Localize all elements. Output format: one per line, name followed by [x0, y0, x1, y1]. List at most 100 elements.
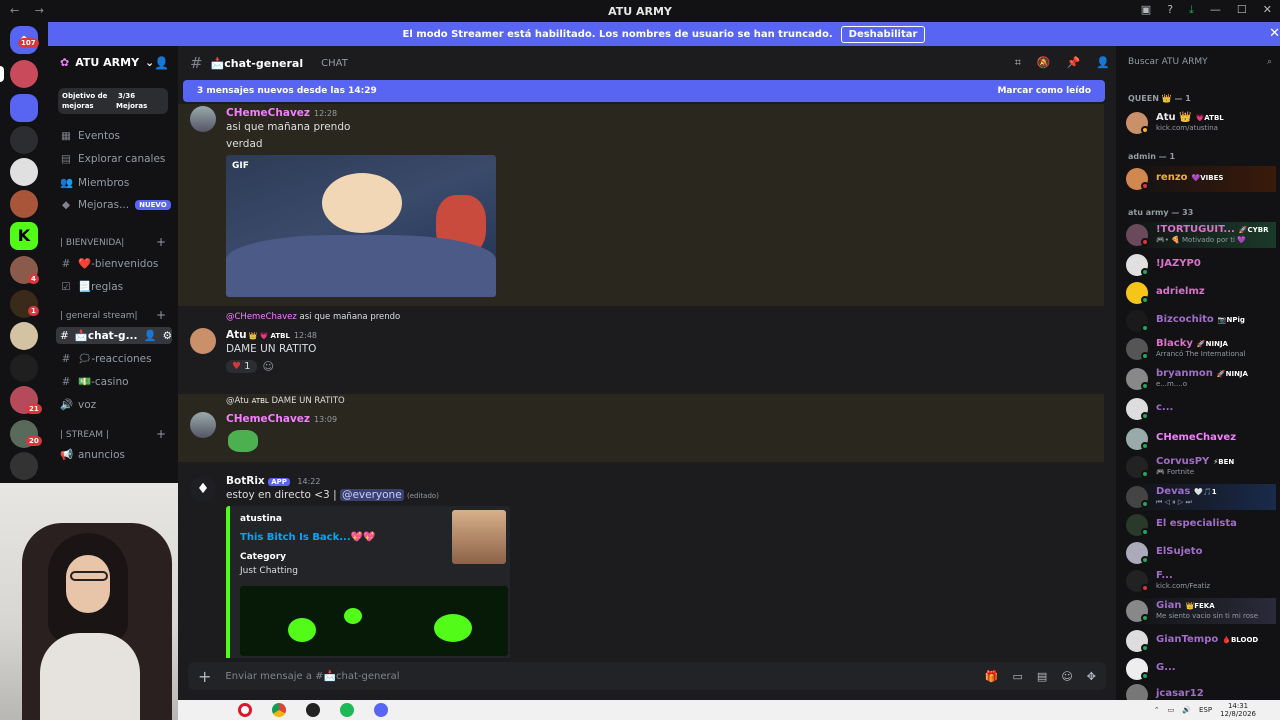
reply-preview[interactable]: @Atu ATBL DAME UN RATITO: [226, 396, 345, 406]
member-item[interactable]: ElSujeto: [1126, 540, 1276, 566]
discord-icon[interactable]: [374, 703, 388, 717]
download-icon[interactable]: ⤓: [1189, 3, 1194, 17]
help-icon[interactable]: ?: [1167, 3, 1173, 17]
gif-image[interactable]: GIF: [226, 155, 496, 297]
member-item[interactable]: Devas 🤍🎵1 ⏮ ◁ ⏸ ▷ ⏭: [1126, 484, 1276, 510]
language-indicator[interactable]: ESP: [1199, 706, 1212, 714]
category-stream[interactable]: | STREAM |: [60, 430, 109, 440]
app-icon[interactable]: [306, 703, 320, 717]
embed-thumbnail[interactable]: [452, 510, 506, 564]
server-icon-12[interactable]: [10, 452, 38, 480]
embed-title[interactable]: This Bitch Is Back...💖💖: [240, 532, 376, 543]
member-item[interactable]: renzo 💜VIBES: [1126, 166, 1276, 192]
category-bienvenida[interactable]: | BIENVENIDA|: [60, 238, 124, 248]
member-item[interactable]: CorvusPY ⚡BEN 🎮 Fortnite: [1126, 454, 1276, 480]
embed-author[interactable]: atustina: [240, 514, 282, 524]
settings-gear-icon[interactable]: ⚙: [163, 330, 172, 342]
member-item[interactable]: c...: [1126, 396, 1276, 422]
mark-as-read-button[interactable]: Marcar como leído: [997, 86, 1091, 96]
new-messages-bar[interactable]: 3 mensajes nuevos desde las 14:29 Marcar…: [183, 80, 1105, 102]
embed-image[interactable]: [240, 586, 508, 656]
avatar[interactable]: [190, 412, 216, 438]
member-item[interactable]: El especialista: [1126, 512, 1276, 538]
message-composer[interactable]: + Enviar mensaje a #📩chat-general 🎁 ▭ ▤ …: [188, 662, 1106, 690]
add-channel-icon[interactable]: +: [156, 235, 166, 249]
reply-preview[interactable]: @CHemeChavez asi que mañana prendo: [226, 312, 400, 322]
channel-chat-general[interactable]: # 📩chat-g... 👤 ⚙: [56, 327, 172, 344]
gift-icon[interactable]: 🎁: [985, 670, 999, 683]
close-banner-icon[interactable]: ✕: [1269, 26, 1280, 41]
channel-casino[interactable]: # 💵-casino: [60, 375, 129, 389]
add-channel-icon[interactable]: +: [156, 427, 166, 441]
member-item[interactable]: Bizcochito 📷NPig: [1126, 308, 1276, 334]
sidebar-item-events[interactable]: ▦ Eventos: [60, 130, 120, 142]
avatar[interactable]: [190, 328, 216, 354]
server-icon-kick[interactable]: K: [10, 222, 38, 250]
sidebar-item-explore[interactable]: ▤ Explorar canales: [60, 153, 165, 165]
server-icon-2[interactable]: [10, 94, 38, 122]
channel-bienvenidos[interactable]: # ❤️-bienvenidos: [60, 257, 159, 271]
server-icon-8[interactable]: [10, 322, 38, 350]
category-general-stream[interactable]: | general stream|: [60, 311, 138, 321]
channel-voz[interactable]: 🔊 voz: [60, 398, 96, 412]
member-item[interactable]: CHemeChavez: [1126, 426, 1276, 452]
threads-icon[interactable]: ⌗: [1015, 56, 1021, 70]
message-input[interactable]: Enviar mensaje a #📩chat-general: [225, 671, 399, 682]
chrome-icon[interactable]: [272, 703, 286, 717]
channel-anuncios[interactable]: 📢 anuncios: [60, 448, 125, 462]
maximize-icon[interactable]: ☐: [1237, 3, 1247, 17]
server-icon-9[interactable]: [10, 354, 38, 382]
server-icon-5[interactable]: [10, 190, 38, 218]
add-attachment-icon[interactable]: +: [198, 667, 211, 686]
network-icon[interactable]: ▭: [1168, 706, 1175, 714]
sidebar-item-members[interactable]: 👥 Miembros: [60, 176, 129, 190]
member-item[interactable]: Atu 👑 💗ATBL kick.com/atustina: [1126, 110, 1276, 136]
add-channel-icon[interactable]: +: [156, 308, 166, 322]
clock[interactable]: 14:31 12/8/2026: [1220, 702, 1256, 718]
member-item[interactable]: !JAZYP0: [1126, 252, 1276, 278]
server-icon-3[interactable]: [10, 126, 38, 154]
invite-icon[interactable]: 👤: [144, 329, 157, 342]
member-item[interactable]: Blacky 🚀NINJA Arrancó The International: [1126, 336, 1276, 362]
username[interactable]: CHemeChavez: [226, 107, 310, 119]
close-icon[interactable]: ✕: [1263, 3, 1272, 17]
member-item[interactable]: F... kick.com/Featiz: [1126, 568, 1276, 594]
sidebar-item-boosts[interactable]: ◆ Mejoras... NUEVO: [60, 199, 171, 211]
member-item[interactable]: !TORTUGUIT... 🚀CYBR 🎮• 🍕 Motivado por ti 💜: [1126, 222, 1276, 248]
server-header[interactable]: ✿ ATU ARMY ⌄: [60, 56, 154, 69]
spotify-icon[interactable]: [340, 703, 354, 717]
server-icon-4[interactable]: [10, 158, 38, 186]
username[interactable]: CHemeChavez: [226, 413, 310, 425]
member-item[interactable]: Gian 👑FEKA Me siento vacio sin ti mi rose: [1126, 598, 1276, 624]
channel-reglas[interactable]: ☑ 📃reglas: [60, 280, 123, 294]
bot-avatar[interactable]: ♦: [190, 476, 216, 502]
heart-reaction[interactable]: ♥ 1: [226, 360, 257, 373]
channel-reacciones[interactable]: # 🗯-reacciones: [60, 352, 152, 366]
disable-streamer-button[interactable]: Deshabilitar: [840, 25, 926, 43]
member-item[interactable]: bryanmon 🚀NINJA e...m....o: [1126, 366, 1276, 392]
add-member-icon[interactable]: 👤: [154, 56, 169, 70]
member-item[interactable]: GianTempo 🩸BLOOD: [1126, 628, 1276, 654]
chevron-up-icon[interactable]: ⌃: [1154, 706, 1160, 714]
username[interactable]: Atu: [226, 329, 247, 341]
mention[interactable]: @everyone: [339, 489, 404, 501]
search-input[interactable]: Buscar ATU ARMY ⌕: [1124, 54, 1274, 72]
avatar[interactable]: [190, 106, 216, 132]
member-item[interactable]: G...: [1126, 656, 1276, 682]
gif-icon[interactable]: ▭: [1013, 670, 1023, 683]
member-item[interactable]: adrielmz: [1126, 280, 1276, 306]
member-item[interactable]: jcasar12: [1126, 682, 1276, 700]
notifications-muted-icon[interactable]: 🔕: [1037, 56, 1051, 70]
emoji-icon[interactable]: ☺: [1061, 670, 1072, 683]
server-icon-1[interactable]: [10, 60, 38, 88]
member-list-icon[interactable]: 👤: [1096, 56, 1110, 70]
channel-topic[interactable]: CHAT: [321, 58, 348, 69]
inbox-icon[interactable]: ▣: [1141, 3, 1151, 17]
opera-icon[interactable]: [238, 703, 252, 717]
username[interactable]: BotRix: [226, 475, 265, 487]
apps-icon[interactable]: ✥: [1087, 670, 1096, 683]
minimize-icon[interactable]: —: [1210, 3, 1221, 17]
sticker-icon[interactable]: ▤: [1037, 670, 1047, 683]
boost-goal-bar[interactable]: Objetivo de mejoras 3/36 Mejoras: [58, 88, 168, 114]
volume-icon[interactable]: 🔊: [1182, 706, 1191, 714]
